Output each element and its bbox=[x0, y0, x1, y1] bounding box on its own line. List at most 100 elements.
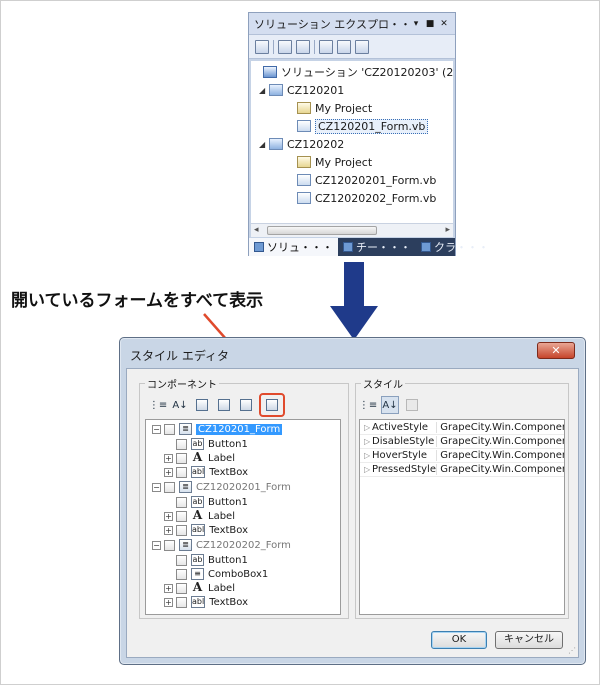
sort-alpha-icon[interactable]: A↓ bbox=[381, 396, 399, 414]
scroll-right-icon[interactable]: ▸ bbox=[445, 225, 450, 235]
tree-item-form-file[interactable]: CZ120201_Form.vb bbox=[297, 117, 429, 135]
collapse-icon[interactable]: − bbox=[152, 540, 161, 550]
property-row[interactable]: ▷ HoverStyle GrapeCity.Win.Componer bbox=[360, 449, 564, 463]
solution-explorer-tab-icon bbox=[254, 242, 264, 252]
tree-node-control[interactable]: ≡ ComboBox1 bbox=[176, 567, 268, 581]
tree-item-solution[interactable]: ソリューション 'CZ20120203' (2 プ bbox=[263, 63, 453, 81]
collapse-triangle-icon[interactable]: ◢ bbox=[259, 86, 269, 95]
node-checkbox[interactable] bbox=[176, 524, 187, 536]
textbox-control-icon: abl bbox=[191, 466, 206, 478]
tree-node-control[interactable]: ab Button1 bbox=[176, 553, 248, 567]
components-group-label: コンポーネント bbox=[145, 376, 219, 391]
label-control-icon: A bbox=[192, 580, 203, 594]
node-checkbox[interactable] bbox=[164, 481, 175, 493]
copy-style-icon[interactable] bbox=[237, 396, 255, 414]
class-diagram-icon[interactable] bbox=[355, 39, 369, 54]
tree-item-my-project[interactable]: My Project bbox=[297, 99, 372, 117]
tree-node-form[interactable]: − ≣ CZ120201_Form bbox=[152, 422, 283, 436]
close-icon[interactable]: ✕ bbox=[438, 19, 450, 29]
dropdown-icon[interactable]: ▾ bbox=[410, 19, 422, 29]
scroll-left-icon[interactable]: ◂ bbox=[254, 225, 259, 235]
expand-triangle-icon[interactable]: ▷ bbox=[364, 437, 372, 446]
property-value[interactable]: GrapeCity.Win.Componer bbox=[436, 464, 564, 475]
categorized-icon[interactable]: ⋮≡ bbox=[359, 396, 377, 414]
close-button[interactable]: ✕ bbox=[537, 342, 575, 359]
tree-item-label: My Project bbox=[315, 155, 373, 169]
view-code-icon[interactable] bbox=[319, 39, 333, 54]
tree-node-control[interactable]: + A Label bbox=[164, 509, 235, 523]
expand-icon[interactable]: + bbox=[164, 525, 173, 535]
vb-form-icon bbox=[297, 174, 311, 186]
expand-icon[interactable]: + bbox=[164, 583, 173, 593]
tree-node-control[interactable]: ab Button1 bbox=[176, 495, 248, 509]
collapse-icon[interactable]: − bbox=[152, 482, 161, 492]
tree-node-control[interactable]: + A Label bbox=[164, 451, 235, 465]
show-all-open-forms-button[interactable] bbox=[259, 393, 285, 417]
my-project-icon bbox=[297, 156, 311, 168]
properties-icon[interactable] bbox=[255, 39, 269, 54]
tree-node-form[interactable]: − ≣ CZ12020202_Form bbox=[152, 538, 291, 552]
node-checkbox[interactable] bbox=[176, 554, 187, 566]
property-row[interactable]: ▷ DisableStyle GrapeCity.Win.Componer bbox=[360, 435, 564, 449]
expand-icon[interactable]: + bbox=[164, 467, 173, 477]
tree-item-project[interactable]: ◢ CZ120201 bbox=[259, 81, 344, 99]
expand-icon[interactable]: + bbox=[164, 597, 173, 607]
view-designer-icon[interactable] bbox=[337, 39, 351, 54]
refresh-icon[interactable] bbox=[296, 39, 310, 54]
tab-solution-explorer[interactable]: ソリュ・・・ bbox=[249, 238, 338, 256]
node-checkbox[interactable] bbox=[176, 568, 187, 580]
node-checkbox[interactable] bbox=[176, 466, 187, 478]
cancel-button[interactable]: キャンセル bbox=[495, 631, 563, 649]
categorized-icon[interactable]: ⋮≡ bbox=[149, 396, 167, 414]
pin-icon[interactable]: ■ bbox=[424, 19, 436, 29]
styles-group-label: スタイル bbox=[361, 376, 405, 391]
caption-text: 開いているフォームをすべて表示 bbox=[11, 291, 264, 311]
vb-form-icon bbox=[297, 192, 311, 204]
property-row[interactable]: ▷ PressedStyle GrapeCity.Win.Componer bbox=[360, 463, 564, 477]
node-checkbox[interactable] bbox=[176, 452, 187, 464]
components-tree: − ≣ CZ120201_Form ab Button1 + A Label +… bbox=[145, 419, 341, 615]
tab-team-explorer[interactable]: チー・・・ bbox=[338, 238, 416, 256]
expand-triangle-icon[interactable]: ▷ bbox=[364, 451, 372, 460]
node-checkbox[interactable] bbox=[164, 539, 175, 551]
expand-triangle-icon[interactable]: ▷ bbox=[364, 423, 372, 432]
scrollbar-thumb[interactable] bbox=[267, 226, 377, 235]
resize-grip-icon[interactable]: ⋰ bbox=[568, 646, 576, 655]
tree-node-control[interactable]: + abl TextBox bbox=[164, 465, 248, 479]
expand-icon[interactable]: + bbox=[164, 453, 173, 463]
horizontal-scrollbar[interactable]: ◂ ▸ bbox=[251, 223, 453, 237]
check-all-icon[interactable] bbox=[215, 396, 233, 414]
tree-node-control[interactable]: ab Button1 bbox=[176, 437, 248, 451]
property-pages-icon[interactable] bbox=[403, 396, 421, 414]
ok-button[interactable]: OK bbox=[431, 631, 487, 649]
tree-node-form[interactable]: − ≣ CZ12020201_Form bbox=[152, 480, 291, 494]
tab-label: ソリュ・・・ bbox=[267, 241, 333, 254]
node-checkbox[interactable] bbox=[176, 496, 187, 508]
property-value[interactable]: GrapeCity.Win.Componer bbox=[436, 436, 564, 447]
dialog-title: スタイル エディタ bbox=[130, 349, 229, 363]
expand-icon[interactable]: + bbox=[164, 511, 173, 521]
tree-item-form-file[interactable]: CZ12020201_Form.vb bbox=[297, 171, 436, 189]
property-value[interactable]: GrapeCity.Win.Componer bbox=[436, 422, 564, 433]
node-checkbox[interactable] bbox=[176, 510, 187, 522]
tree-node-control[interactable]: + abl TextBox bbox=[164, 523, 248, 537]
node-checkbox[interactable] bbox=[176, 582, 187, 594]
node-checkbox[interactable] bbox=[164, 423, 175, 435]
collapse-icon[interactable]: − bbox=[152, 424, 161, 434]
node-checkbox[interactable] bbox=[176, 596, 187, 608]
tree-node-control[interactable]: + abl TextBox bbox=[164, 595, 248, 609]
tree-item-project[interactable]: ◢ CZ120202 bbox=[259, 135, 344, 153]
sort-alpha-icon[interactable]: A↓ bbox=[171, 396, 189, 414]
tree-item-form-file[interactable]: CZ12020202_Form.vb bbox=[297, 189, 436, 207]
tree-item-label: CZ12020202_Form.vb bbox=[315, 191, 437, 205]
tab-class-view[interactable]: クラ・・・ bbox=[416, 238, 494, 256]
filter-icon[interactable] bbox=[193, 396, 211, 414]
show-all-files-icon[interactable] bbox=[278, 39, 292, 54]
collapse-triangle-icon[interactable]: ◢ bbox=[259, 140, 269, 149]
node-checkbox[interactable] bbox=[176, 438, 187, 450]
property-value[interactable]: GrapeCity.Win.Componer bbox=[436, 450, 564, 461]
property-row[interactable]: ▷ ActiveStyle GrapeCity.Win.Componer bbox=[360, 421, 564, 435]
tree-item-my-project[interactable]: My Project bbox=[297, 153, 372, 171]
expand-triangle-icon[interactable]: ▷ bbox=[364, 465, 372, 474]
tree-node-control[interactable]: + A Label bbox=[164, 581, 235, 595]
